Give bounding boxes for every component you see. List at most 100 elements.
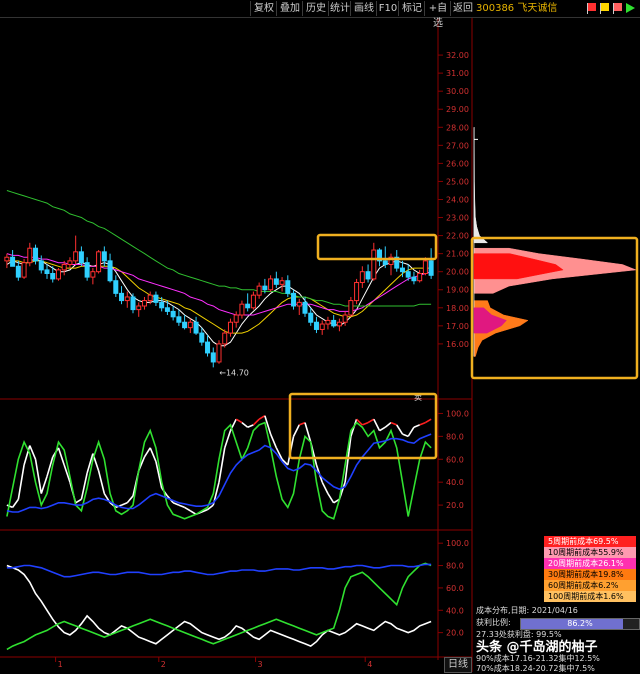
indicator1-series-line bbox=[11, 498, 19, 508]
statistics-button[interactable]: 统计 bbox=[328, 1, 351, 16]
price-tick-label: 25.00 bbox=[446, 177, 469, 186]
indicator1-series-line bbox=[419, 421, 426, 426]
indicator1-series-line bbox=[252, 418, 260, 426]
candle-body bbox=[78, 251, 84, 264]
cost-distribution-panel bbox=[473, 127, 637, 357]
stock-code: 300386 bbox=[476, 3, 515, 14]
stock-title: 300386 飞天诚信 bbox=[476, 1, 557, 16]
overlay-button[interactable]: 叠加 bbox=[276, 1, 303, 16]
legend-item-20: 20周期前成本26.1% bbox=[544, 558, 636, 569]
indicator-panel-2: 20.0 40.0 60.0 80.0 100.0 bbox=[6, 539, 469, 651]
indicator1-series-line bbox=[269, 433, 278, 449]
history-button[interactable]: 历史 bbox=[302, 1, 329, 16]
indicator2-tick-label: 20.0 bbox=[446, 629, 464, 638]
candle-body bbox=[319, 323, 325, 330]
candle-body bbox=[210, 352, 216, 363]
indicator1-series-line bbox=[292, 424, 300, 437]
back-button[interactable]: 返回 bbox=[450, 1, 475, 16]
candle-body bbox=[130, 296, 136, 311]
price-tick-label: 31.00 bbox=[446, 69, 469, 78]
candle-body bbox=[61, 263, 67, 271]
indicator2-series-line bbox=[6, 563, 432, 578]
green-arrow-icon[interactable] bbox=[625, 2, 636, 14]
mark-button[interactable]: 标记 bbox=[398, 1, 425, 16]
candle-body bbox=[33, 247, 39, 262]
candle-body bbox=[67, 260, 73, 265]
indicator2-series-line bbox=[6, 564, 432, 648]
grid-lines: 1 2 3 4 bbox=[0, 18, 473, 672]
price-tick-label: 27.00 bbox=[446, 141, 469, 150]
indicator1-series-line bbox=[223, 430, 232, 449]
yellow-flag-icon[interactable] bbox=[599, 2, 610, 14]
indicator1-series-line bbox=[362, 421, 369, 426]
indicator1-tick-label: 20.0 bbox=[446, 501, 464, 510]
indicator1-series-line bbox=[189, 510, 197, 515]
price-tick-label: 16.00 bbox=[446, 340, 469, 349]
indicator1-series-line bbox=[184, 506, 191, 512]
time-tick-label: 3 bbox=[258, 660, 263, 669]
indicator2-tick-label: 80.0 bbox=[446, 562, 464, 571]
indicator1-series-line bbox=[126, 495, 134, 504]
price-tick-label: 21.00 bbox=[446, 250, 469, 259]
candle-body bbox=[405, 271, 411, 278]
candle-body bbox=[417, 272, 423, 282]
profit-value: 86.2% bbox=[567, 619, 593, 628]
stock-name: 飞天诚信 bbox=[517, 3, 558, 14]
indicator2-tick-label: 100.0 bbox=[446, 539, 469, 548]
price-tick-label: 29.00 bbox=[446, 105, 469, 114]
candle-body bbox=[147, 294, 153, 302]
candle-body bbox=[348, 300, 354, 316]
candle-body bbox=[411, 276, 417, 282]
indicator1-series-line bbox=[367, 418, 375, 424]
candle-body bbox=[336, 321, 342, 327]
price-tick-label: 28.00 bbox=[446, 123, 469, 132]
indicator1-series-line bbox=[407, 426, 415, 437]
add-favorite-button[interactable]: +自选 bbox=[424, 1, 451, 29]
candle-body bbox=[428, 260, 434, 276]
candle-body bbox=[256, 285, 262, 296]
candle-body bbox=[73, 251, 79, 262]
candle-body bbox=[10, 256, 16, 267]
candle-body bbox=[187, 321, 193, 329]
candle-body bbox=[101, 251, 107, 262]
candle-body bbox=[331, 319, 337, 327]
indicator1-tick-label: 80.0 bbox=[446, 432, 464, 441]
period-button[interactable]: 日线 bbox=[444, 657, 472, 673]
indicator1-series-line bbox=[75, 498, 82, 504]
indicator1-series-line bbox=[258, 415, 266, 420]
candle-body bbox=[354, 282, 360, 302]
pink-flag-icon[interactable] bbox=[612, 2, 623, 14]
candle-body bbox=[119, 292, 125, 302]
candle-body bbox=[136, 305, 142, 311]
f10-button[interactable]: F10 bbox=[376, 1, 399, 16]
candle-body bbox=[325, 319, 331, 325]
indicator1-series-line bbox=[235, 418, 243, 424]
indicator1-series-line bbox=[396, 424, 404, 435]
candle-body bbox=[113, 280, 119, 294]
candle-body bbox=[21, 262, 27, 278]
candle-body bbox=[273, 278, 279, 285]
time-tick-label: 1 bbox=[58, 660, 63, 669]
candle-body bbox=[141, 300, 147, 307]
indicator1-series-line bbox=[402, 433, 409, 438]
draw-line-button[interactable]: 画线 bbox=[350, 1, 377, 16]
price-tick-label: 32.00 bbox=[446, 51, 469, 60]
candle-body bbox=[399, 267, 405, 273]
candle-body bbox=[308, 312, 314, 323]
fuquan-button[interactable]: 复权 bbox=[250, 1, 277, 16]
candle-body bbox=[268, 278, 274, 291]
price-tick-label: 24.00 bbox=[446, 195, 469, 204]
indicator1-series-line bbox=[17, 464, 25, 500]
indicator1-tick-label: 100.0 bbox=[446, 409, 469, 418]
indicator1-series-line bbox=[40, 476, 48, 494]
candle-body bbox=[170, 310, 176, 318]
candle-body bbox=[227, 321, 233, 334]
candle-body bbox=[250, 294, 256, 309]
candle-body bbox=[50, 272, 56, 280]
candle-body bbox=[4, 256, 10, 262]
candle-body bbox=[359, 271, 365, 284]
candle-body bbox=[44, 269, 50, 274]
indicator1-series-line bbox=[80, 472, 88, 500]
cost-70-line: 70%成本18.24-20.72集中7.5% bbox=[476, 664, 595, 673]
red-flag-icon[interactable] bbox=[586, 2, 597, 14]
